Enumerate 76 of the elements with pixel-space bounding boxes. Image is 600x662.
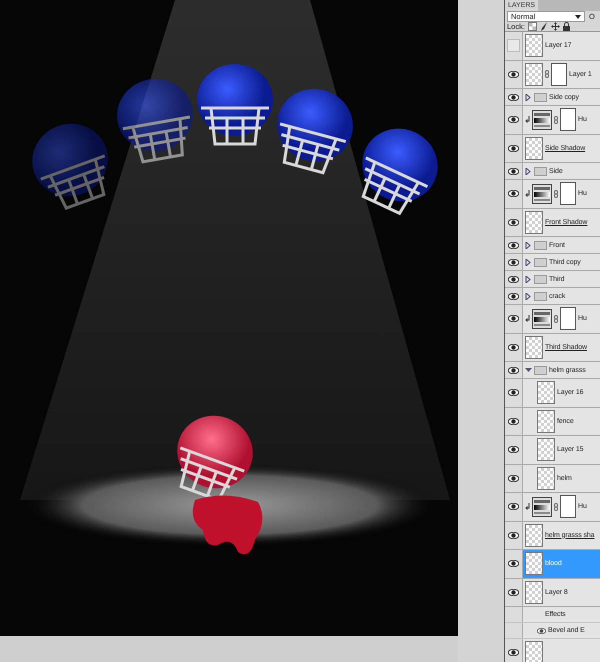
layer-thumbnail <box>525 336 543 359</box>
eye-icon[interactable] <box>508 258 519 266</box>
collapsed-triangle-icon[interactable] <box>525 94 532 100</box>
eye-icon[interactable] <box>508 532 519 539</box>
folder-icon <box>534 240 547 250</box>
eye-icon[interactable] <box>508 242 519 248</box>
eye-icon[interactable] <box>508 649 519 656</box>
lock-icon[interactable] <box>562 22 570 31</box>
eye-icon[interactable] <box>508 389 519 396</box>
layer-thumbnail <box>537 466 555 490</box>
folder-icon <box>534 92 547 102</box>
adjustment-thumbnail <box>532 184 552 204</box>
eye-icon[interactable] <box>508 116 519 124</box>
mask-thumbnail <box>551 62 567 86</box>
clip-arrow-icon <box>525 315 530 322</box>
eye-icon[interactable] <box>508 190 519 198</box>
lock-transparency-icon[interactable] <box>528 22 537 31</box>
caret-icon <box>575 14 581 18</box>
eye-icon[interactable] <box>508 70 519 78</box>
mask-thumbnail <box>560 182 576 206</box>
blood-splash-drawing <box>192 495 262 554</box>
eye-icon[interactable] <box>508 418 519 425</box>
layer-thumbnail <box>537 381 555 404</box>
eye-icon[interactable] <box>508 503 519 510</box>
collapsed-triangle-icon[interactable] <box>525 168 532 174</box>
eye-icon[interactable] <box>508 446 519 454</box>
eye-icon[interactable] <box>508 218 519 226</box>
chain-link-icon <box>554 502 558 511</box>
layer-thumbnail <box>537 410 555 433</box>
eye-icon[interactable] <box>508 344 519 351</box>
clip-arrow-icon <box>525 190 530 198</box>
eye-icon[interactable] <box>508 94 519 100</box>
expanded-triangle-icon[interactable] <box>525 366 532 374</box>
layer-thumbnail <box>525 552 543 576</box>
layer-thumbnail <box>525 34 543 58</box>
mask-thumbnail <box>560 108 576 132</box>
eye-icon[interactable] <box>537 628 546 634</box>
brush-icon[interactable] <box>540 22 548 31</box>
eye-icon[interactable] <box>508 588 519 596</box>
layer-thumbnail <box>525 580 543 604</box>
collapsed-triangle-icon[interactable] <box>525 258 532 266</box>
folder-icon <box>534 258 547 266</box>
layer-thumbnail <box>525 62 543 86</box>
layer-thumbnail <box>525 524 543 547</box>
collapsed-triangle-icon[interactable] <box>525 276 532 282</box>
clip-arrow-icon <box>525 116 530 124</box>
collapsed-triangle-icon[interactable] <box>525 292 532 300</box>
clip-arrow-icon <box>525 503 530 510</box>
eye-icon[interactable] <box>508 560 519 568</box>
adjustment-thumbnail <box>532 110 552 130</box>
eye-icon[interactable] <box>508 144 519 152</box>
eye-icon[interactable] <box>508 366 519 374</box>
eye-icon[interactable] <box>508 276 519 282</box>
eye-icon[interactable] <box>508 315 519 322</box>
chain-link-icon <box>554 116 558 124</box>
folder-icon <box>534 274 547 284</box>
collapsed-triangle-icon[interactable] <box>525 242 532 248</box>
eye-icon[interactable] <box>508 168 519 174</box>
layer-thumbnail <box>525 210 543 234</box>
move-icon[interactable] <box>550 22 560 31</box>
mask-thumbnail <box>560 307 576 330</box>
folder-icon <box>534 366 547 374</box>
adjustment-thumbnail <box>532 308 552 329</box>
layer-thumbnail <box>525 136 543 160</box>
visibility-toggle[interactable] <box>507 39 520 52</box>
eye-icon[interactable] <box>508 292 519 300</box>
folder-icon <box>534 292 547 300</box>
chain-link-icon <box>554 314 558 323</box>
chain-link-icon <box>545 70 549 78</box>
eye-icon[interactable] <box>508 474 519 482</box>
layer-thumbnail <box>525 641 543 662</box>
mask-thumbnail <box>560 495 576 518</box>
layer-thumbnail <box>537 438 555 462</box>
adjustment-thumbnail <box>532 496 552 517</box>
chain-link-icon <box>554 190 558 198</box>
folder-icon <box>534 166 547 176</box>
